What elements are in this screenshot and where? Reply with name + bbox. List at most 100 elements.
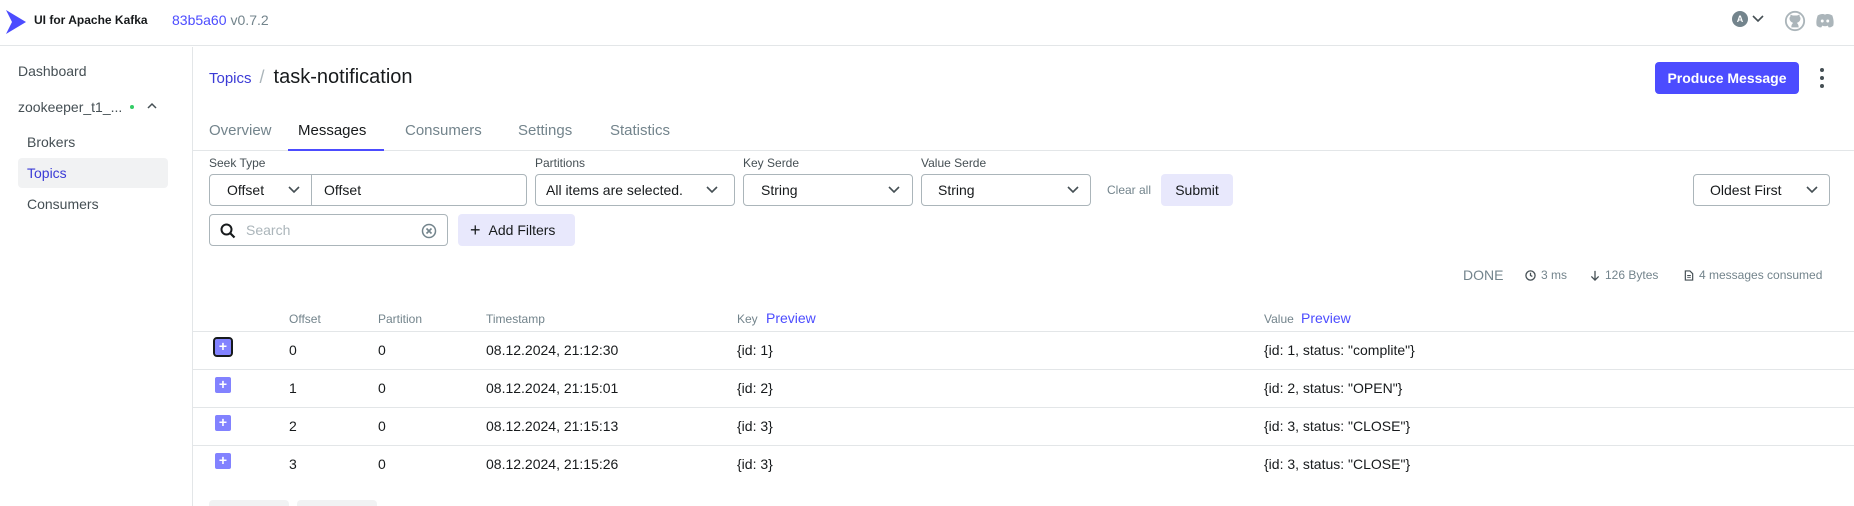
search-icon: [220, 223, 236, 239]
cell-value: {id: 2, status: "OPEN"}: [1264, 380, 1403, 396]
cell-timestamp: 08.12.2024, 21:15:01: [486, 380, 619, 396]
version-label: v0.7.2: [230, 12, 269, 28]
cell-partition: 0: [378, 418, 386, 434]
sidebar-item-consumers[interactable]: Consumers: [18, 189, 168, 219]
table-row[interactable]: + 2 0 08.12.2024, 21:15:13 {id: 3} {id: …: [193, 408, 1854, 446]
elapsed-time: 3 ms: [1525, 268, 1567, 282]
cluster-name: zookeeper_t1_...: [18, 99, 123, 115]
expand-row-icon[interactable]: +: [215, 453, 231, 469]
commit-link[interactable]: 83b5a60: [172, 12, 227, 28]
value-serde-value: String: [938, 182, 975, 198]
seek-type-label: Seek Type: [209, 156, 266, 170]
messages-table-header: Offset Partition Timestamp Key Preview V…: [193, 302, 1854, 332]
top-header: UI for Apache Kafka 83b5a60 v0.7.2 A: [0, 0, 1854, 46]
column-key: Key: [737, 312, 758, 326]
clear-search-icon[interactable]: [421, 223, 437, 239]
cell-offset: 2: [289, 418, 297, 434]
page-title: task-notification: [273, 66, 413, 88]
chevron-down-icon: [1806, 186, 1818, 194]
key-preview-button[interactable]: Preview: [766, 310, 816, 326]
cell-timestamp: 08.12.2024, 21:12:30: [486, 342, 619, 358]
key-serde-value: String: [761, 182, 798, 198]
cell-offset: 3: [289, 456, 297, 472]
pagination-next-button[interactable]: [297, 500, 377, 506]
submit-button[interactable]: Submit: [1161, 174, 1233, 206]
seek-type-select[interactable]: Offset: [209, 174, 312, 206]
user-avatar: A: [1732, 11, 1748, 27]
cell-key: {id: 3}: [737, 456, 773, 472]
sidebar: Dashboard zookeeper_t1_... Brokers Topic…: [0, 47, 193, 506]
sidebar-item-brokers[interactable]: Brokers: [18, 127, 168, 157]
more-options-icon[interactable]: [1818, 66, 1826, 90]
chevron-up-icon[interactable]: [146, 100, 158, 112]
value-preview-button[interactable]: Preview: [1301, 310, 1351, 326]
expand-row-icon[interactable]: +: [213, 337, 233, 357]
app-title[interactable]: UI for Apache Kafka: [34, 13, 148, 27]
chevron-down-icon: [288, 186, 300, 194]
elapsed-time-value: 3 ms: [1541, 268, 1568, 282]
sidebar-item-dashboard[interactable]: Dashboard: [14, 56, 169, 86]
sidebar-cluster[interactable]: zookeeper_t1_...: [14, 92, 169, 122]
tab-consumers[interactable]: Consumers: [405, 122, 482, 151]
search-box: [209, 214, 448, 246]
seek-type-value: Offset: [227, 182, 265, 198]
user-menu[interactable]: A: [1732, 11, 1764, 27]
cell-key: {id: 1}: [737, 342, 773, 358]
value-serde-select[interactable]: String: [921, 174, 1091, 206]
tab-messages[interactable]: Messages: [288, 122, 384, 151]
cell-value: {id: 3, status: "CLOSE"}: [1264, 456, 1411, 472]
chevron-down-icon: [706, 186, 718, 194]
partitions-select[interactable]: All items are selected.: [535, 174, 735, 206]
key-serde-label: Key Serde: [743, 156, 800, 170]
add-filters-label: Add Filters: [488, 222, 556, 238]
key-serde-select[interactable]: String: [743, 174, 913, 206]
partitions-value: All items are selected.: [546, 182, 683, 198]
tab-statistics[interactable]: Statistics: [610, 122, 670, 151]
topic-tabs: Overview Messages Consumers Settings Sta…: [193, 116, 1854, 151]
discord-icon[interactable]: [1814, 10, 1836, 32]
column-offset: Offset: [289, 312, 321, 326]
cell-partition: 0: [378, 380, 386, 396]
cell-key: {id: 2}: [737, 380, 773, 396]
tab-overview[interactable]: Overview: [209, 122, 272, 151]
sort-order-value: Oldest First: [1710, 182, 1782, 198]
column-timestamp: Timestamp: [486, 312, 545, 326]
expand-row-icon[interactable]: +: [215, 377, 231, 393]
offset-input-value: Offset: [324, 182, 362, 198]
table-row[interactable]: + 1 0 08.12.2024, 21:15:01 {id: 2} {id: …: [193, 370, 1854, 408]
cell-partition: 0: [378, 342, 386, 358]
partitions-label: Partitions: [535, 156, 586, 170]
plus-icon: +: [470, 220, 481, 240]
sort-order-select[interactable]: Oldest First: [1693, 174, 1830, 206]
cell-timestamp: 08.12.2024, 21:15:26: [486, 456, 619, 472]
tab-settings[interactable]: Settings: [518, 122, 572, 151]
kafka-logo-icon[interactable]: [4, 8, 28, 36]
pagination-back-button[interactable]: [209, 500, 289, 506]
table-row[interactable]: + 3 0 08.12.2024, 21:15:26 {id: 3} {id: …: [193, 446, 1854, 484]
breadcrumb-separator: /: [259, 67, 265, 87]
column-partition: Partition: [378, 312, 423, 326]
messages-consumed-value: 4 messages consumed: [1699, 268, 1823, 282]
github-icon[interactable]: [1784, 10, 1806, 32]
cluster-online-indicator: [130, 105, 134, 109]
chevron-down-icon: [888, 186, 900, 194]
bytes-value: 126 Bytes: [1605, 268, 1659, 282]
clear-all-button[interactable]: Clear all: [1107, 183, 1151, 197]
sidebar-item-topics[interactable]: Topics: [18, 158, 168, 188]
cell-offset: 0: [289, 342, 297, 358]
add-filters-button[interactable]: + Add Filters: [458, 214, 575, 246]
breadcrumb: Topics / task-notification: [209, 66, 413, 89]
messages-consumed: 4 messages consumed: [1684, 268, 1822, 282]
cell-key: {id: 3}: [737, 418, 773, 434]
cell-partition: 0: [378, 456, 386, 472]
produce-message-button[interactable]: Produce Message: [1655, 62, 1799, 94]
arrow-down-icon: [1590, 270, 1600, 281]
table-row[interactable]: + 0 0 08.12.2024, 21:12:30 {id: 1} {id: …: [193, 332, 1854, 370]
bytes-consumed: 126 Bytes: [1590, 268, 1658, 282]
expand-row-icon[interactable]: +: [215, 415, 231, 431]
search-input[interactable]: [246, 220, 406, 240]
breadcrumb-topics-link[interactable]: Topics: [209, 70, 252, 87]
chevron-down-icon: [1067, 186, 1079, 194]
cell-value: {id: 3, status: "CLOSE"}: [1264, 418, 1411, 434]
offset-input[interactable]: Offset: [311, 174, 527, 206]
